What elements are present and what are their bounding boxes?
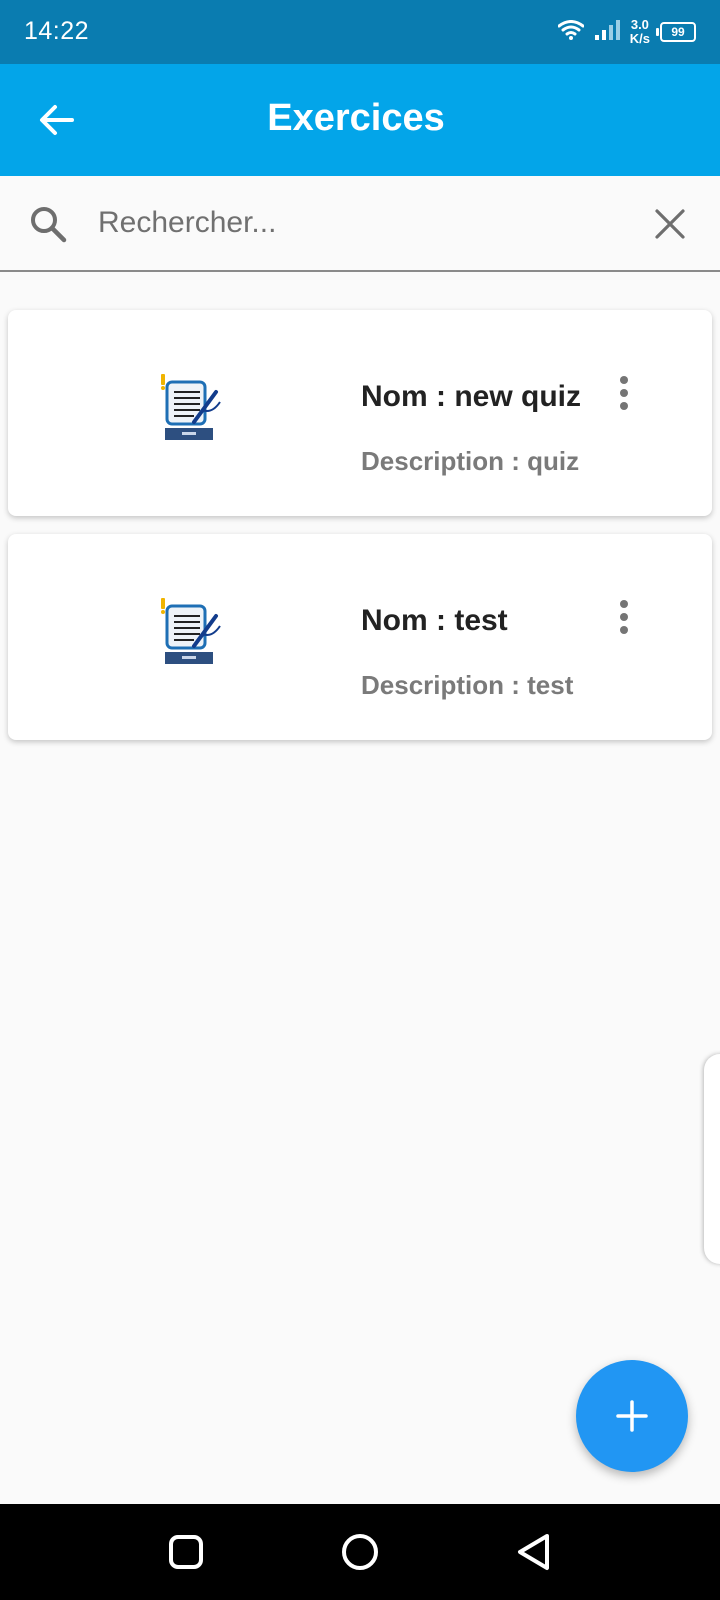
exercise-card[interactable]: Nom : test Description : test <box>8 534 712 740</box>
more-vertical-icon <box>620 600 628 608</box>
exercise-description: Description : quiz <box>361 446 580 476</box>
exercise-name: Nom : test <box>361 604 508 637</box>
clear-search-button[interactable] <box>648 202 692 246</box>
wifi-icon <box>557 19 585 45</box>
system-back-button[interactable] <box>508 1526 560 1578</box>
search-input[interactable] <box>96 198 620 248</box>
status-bar: 14:22 3.0 K/s 99 <box>0 0 720 64</box>
navigation-bar <box>0 1504 720 1600</box>
close-icon <box>655 209 685 239</box>
add-exercise-button[interactable] <box>576 1360 688 1472</box>
network-speed: 3.0 K/s <box>630 18 650 46</box>
quiz-document-icon <box>161 374 221 440</box>
status-time: 14:22 <box>24 17 90 45</box>
app-bar: Exercices <box>0 64 720 176</box>
more-vertical-icon <box>620 376 628 384</box>
triangle-back-icon <box>518 1534 549 1570</box>
side-panel-handle[interactable] <box>704 1054 720 1264</box>
plus-icon <box>616 1400 648 1432</box>
speed-unit: K/s <box>629 31 650 46</box>
exercise-description: Description : test <box>361 670 574 700</box>
recents-button[interactable] <box>160 1526 212 1578</box>
square-icon <box>169 1535 203 1569</box>
status-icons: 3.0 K/s 99 <box>557 16 696 48</box>
page-title: Exercices <box>267 97 445 139</box>
battery-level: 99 <box>671 25 685 39</box>
exercise-card[interactable]: Nom : new quiz Description : quiz <box>8 310 712 516</box>
speed-value: 3.0 <box>630 17 649 32</box>
battery-icon: 99 <box>656 22 696 42</box>
search-icon <box>31 207 67 243</box>
more-options-button[interactable] <box>608 594 640 640</box>
quiz-document-icon <box>161 598 221 664</box>
exercise-name: Nom : new quiz <box>361 380 581 413</box>
search-bar <box>0 176 720 272</box>
more-options-button[interactable] <box>608 370 640 416</box>
circle-icon <box>342 1534 378 1570</box>
home-button[interactable] <box>334 1526 386 1578</box>
signal-icon <box>594 19 620 46</box>
